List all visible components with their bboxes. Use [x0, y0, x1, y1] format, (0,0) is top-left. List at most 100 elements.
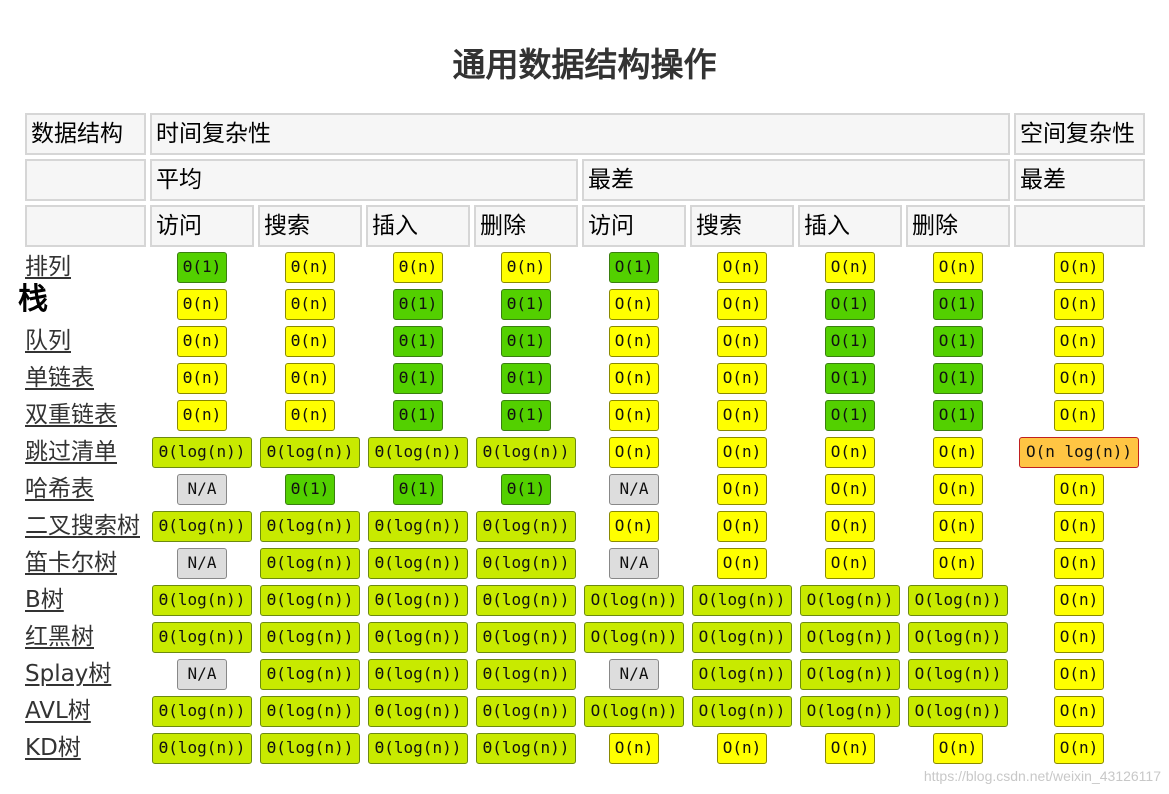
- complexity-badge: O(n): [717, 326, 767, 357]
- complexity-badge: O(1): [825, 400, 875, 431]
- header-space-worst: 最差: [1014, 159, 1145, 201]
- complexity-badge: O(n): [1054, 289, 1104, 320]
- complexity-badge: Θ(log(n)): [260, 622, 360, 653]
- op-header-worst-insert: 插入: [798, 205, 902, 247]
- complexity-badge: O(log(n)): [800, 622, 900, 653]
- row-label[interactable]: KD树: [25, 734, 81, 762]
- complexity-badge: O(1): [609, 252, 659, 283]
- complexity-badge: O(n): [1054, 585, 1104, 616]
- complexity-badge: Θ(1): [393, 400, 443, 431]
- row-label[interactable]: 笛卡尔树: [25, 549, 117, 577]
- row-label[interactable]: AVL树: [25, 697, 91, 725]
- complexity-badge: Θ(log(n)): [476, 437, 576, 468]
- complexity-badge: N/A: [177, 548, 227, 579]
- complexity-badge: Θ(log(n)): [368, 696, 468, 727]
- complexity-badge: O(n): [609, 733, 659, 764]
- complexity-badge: O(n): [609, 437, 659, 468]
- row-label[interactable]: Splay树: [25, 660, 111, 688]
- complexity-badge: O(log(n)): [908, 622, 1008, 653]
- complexity-badge: Θ(log(n)): [260, 548, 360, 579]
- row-label[interactable]: 哈希表: [25, 475, 94, 503]
- complexity-badge: Θ(n): [285, 326, 335, 357]
- complexity-badge: O(n): [825, 511, 875, 542]
- complexity-badge: Θ(1): [501, 474, 551, 505]
- complexity-badge: O(log(n)): [800, 585, 900, 616]
- complexity-badge: Θ(log(n)): [368, 511, 468, 542]
- complexity-badge: Θ(n): [285, 289, 335, 320]
- complexity-badge: O(n): [1054, 548, 1104, 579]
- complexity-badge: O(n): [609, 511, 659, 542]
- page-title: 通用数据结构操作: [452, 45, 717, 84]
- complexity-badge: O(n): [933, 252, 983, 283]
- complexity-badge: Θ(log(n)): [368, 659, 468, 690]
- complexity-badge: Θ(log(n)): [368, 437, 468, 468]
- complexity-badge: Θ(1): [393, 326, 443, 357]
- complexity-badge: Θ(n): [177, 363, 227, 394]
- op-header-worst-search: 搜索: [690, 205, 794, 247]
- complexity-badge: O(n): [717, 733, 767, 764]
- complexity-badge: O(n): [717, 511, 767, 542]
- complexity-badge: O(n): [609, 363, 659, 394]
- row-label[interactable]: B树: [25, 586, 64, 614]
- complexity-badge: Θ(log(n)): [368, 622, 468, 653]
- complexity-badge: Θ(log(n)): [152, 511, 252, 542]
- complexity-badge: Θ(log(n)): [152, 585, 252, 616]
- complexity-badge: O(log(n)): [908, 585, 1008, 616]
- complexity-badge: O(log(n)): [800, 659, 900, 690]
- row-label[interactable]: 队列: [25, 327, 71, 355]
- complexity-badge: Θ(log(n)): [476, 511, 576, 542]
- op-header-avg-insert: 插入: [366, 205, 470, 247]
- complexity-badge: Θ(n): [285, 363, 335, 394]
- complexity-badge: O(log(n)): [692, 622, 792, 653]
- complexity-badge: Θ(n): [177, 289, 227, 320]
- complexity-badge: O(n): [717, 289, 767, 320]
- complexity-badge: Θ(log(n)): [368, 548, 468, 579]
- complexity-badge: O(log(n)): [800, 696, 900, 727]
- complexity-badge: O(log(n)): [908, 659, 1008, 690]
- complexity-badge: Θ(log(n)): [152, 733, 252, 764]
- complexity-badge: Θ(1): [285, 474, 335, 505]
- row-label[interactable]: 排列: [25, 253, 71, 281]
- complexity-badge: Θ(1): [501, 326, 551, 357]
- header-worst: 最差: [582, 159, 1010, 201]
- complexity-badge: O(n log(n)): [1019, 437, 1139, 468]
- complexity-badge: O(n): [933, 511, 983, 542]
- header-blank-2: [25, 205, 146, 247]
- row-label[interactable]: 红黑树: [25, 623, 94, 651]
- complexity-badge: Θ(log(n)): [476, 548, 576, 579]
- complexity-badge: O(log(n)): [908, 696, 1008, 727]
- complexity-badge: O(n): [825, 733, 875, 764]
- row-label[interactable]: 单链表: [25, 364, 94, 392]
- row-label[interactable]: 双重链表: [25, 401, 117, 429]
- complexity-badge: Θ(1): [501, 400, 551, 431]
- complexity-badge: Θ(log(n)): [260, 733, 360, 764]
- complexity-badge: O(n): [717, 252, 767, 283]
- complexity-badge: Θ(log(n)): [152, 696, 252, 727]
- header-space-complexity: 空间复杂性: [1014, 113, 1145, 155]
- row-label[interactable]: 二叉搜索树: [25, 512, 140, 540]
- complexity-badge: Θ(n): [177, 326, 227, 357]
- complexity-badge: Θ(log(n)): [368, 733, 468, 764]
- header-time-complexity: 时间复杂性: [150, 113, 1010, 155]
- op-header-avg-search: 搜索: [258, 205, 362, 247]
- complexity-badge: O(n): [1054, 696, 1104, 727]
- complexity-badge: O(1): [933, 363, 983, 394]
- complexity-badge: O(n): [825, 548, 875, 579]
- complexity-badge: O(n): [933, 548, 983, 579]
- complexity-badge: O(n): [1054, 326, 1104, 357]
- complexity-badge: Θ(1): [177, 252, 227, 283]
- complexity-badge: O(log(n)): [692, 585, 792, 616]
- complexity-badge: Θ(log(n)): [152, 437, 252, 468]
- header-blank-1: [25, 159, 146, 201]
- op-header-space-blank: [1014, 205, 1145, 247]
- complexity-badge: O(n): [933, 437, 983, 468]
- row-label[interactable]: 跳过清单: [25, 438, 117, 466]
- op-header-worst-delete: 删除: [906, 205, 1010, 247]
- complexity-badge: O(n): [717, 548, 767, 579]
- complexity-badge: Θ(log(n)): [152, 622, 252, 653]
- complexity-badge: Θ(log(n)): [476, 622, 576, 653]
- complexity-badge: O(n): [609, 326, 659, 357]
- complexity-badge: O(n): [933, 733, 983, 764]
- complexity-badge: Θ(log(n)): [260, 696, 360, 727]
- complexity-badge: O(n): [1054, 363, 1104, 394]
